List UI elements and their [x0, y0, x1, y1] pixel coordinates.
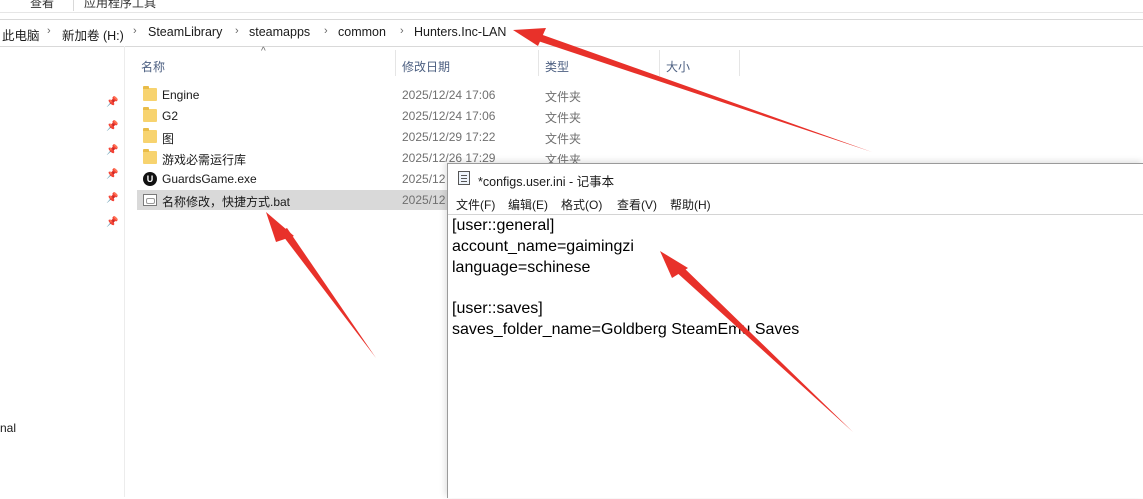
column-divider[interactable] — [659, 50, 660, 76]
file-type: 文件夹 — [545, 90, 582, 104]
ribbon: 查看 应用程序工具 — [0, 0, 1143, 13]
ribbon-tab-view[interactable]: 查看 — [30, 0, 54, 11]
nav-item-label[interactable]: nal — [0, 421, 16, 435]
chevron-right-icon[interactable]: › — [400, 25, 404, 37]
column-header-type[interactable]: 类型 — [545, 58, 569, 75]
column-header-date[interactable]: 修改日期 — [402, 58, 450, 75]
menu-edit[interactable]: 编辑(E) — [508, 196, 548, 213]
folder-icon — [143, 128, 157, 143]
file-name: 游戏必需运行库 — [162, 153, 247, 167]
notepad-window: *configs.user.ini - 记事本 文件(F) 编辑(E) 格式(O… — [447, 163, 1143, 498]
column-divider[interactable] — [739, 50, 740, 76]
chevron-right-icon[interactable]: › — [235, 25, 239, 37]
menu-format[interactable]: 格式(O) — [561, 196, 602, 213]
column-divider[interactable] — [538, 50, 539, 76]
file-name: GuardsGame.exe — [162, 172, 257, 186]
notepad-titlebar[interactable]: *configs.user.ini - 记事本 — [448, 164, 1143, 192]
breadcrumb: 此电脑 › 新加卷 (H:) › SteamLibrary › steamapp… — [0, 19, 1143, 47]
chevron-right-icon[interactable]: › — [47, 25, 51, 37]
pin-icon[interactable]: 📌 — [106, 169, 118, 181]
file-type: 文件夹 — [545, 111, 582, 125]
notepad-menubar: 文件(F) 编辑(E) 格式(O) 查看(V) 帮助(H) — [448, 193, 1143, 213]
batch-file-icon — [143, 194, 157, 206]
notepad-title: *configs.user.ini - 记事本 — [478, 175, 615, 189]
file-type: 文件夹 — [545, 132, 582, 146]
menu-file[interactable]: 文件(F) — [456, 196, 495, 213]
text-line: [user::general] — [452, 217, 555, 234]
pin-icon[interactable]: 📌 — [106, 121, 118, 133]
breadcrumb-common[interactable]: common — [338, 25, 386, 39]
column-divider[interactable] — [395, 50, 396, 76]
arrow-to-bat-file — [266, 212, 376, 358]
breadcrumb-drive-h[interactable]: 新加卷 (H:) — [62, 25, 124, 44]
text-line: account_name=gaimingzi — [452, 238, 634, 255]
folder-icon — [143, 107, 157, 122]
menu-help[interactable]: 帮助(H) — [670, 196, 711, 213]
navigation-pane: 📌 📌 📌 📌 📌 📌 nal — [0, 46, 125, 497]
file-date: 2025/12/24 17:06 — [402, 109, 496, 123]
notepad-text-area[interactable]: [user::general] account_name=gaimingzi l… — [448, 214, 1143, 499]
file-date: 2025/12 — [402, 193, 446, 207]
file-name: Engine — [162, 88, 200, 102]
breadcrumb-steamapps[interactable]: steamapps — [249, 25, 310, 39]
text-line: saves_folder_name=Goldberg SteamEmu Save… — [452, 321, 800, 338]
chevron-right-icon[interactable]: › — [324, 25, 328, 37]
file-name: 图 — [162, 132, 175, 146]
ribbon-divider — [73, 0, 74, 11]
pin-icon[interactable]: 📌 — [106, 193, 118, 205]
column-header-size[interactable]: 大小 — [666, 58, 690, 75]
text-line: language=schinese — [452, 259, 591, 276]
folder-icon — [143, 149, 157, 164]
chevron-right-icon[interactable]: › — [133, 25, 137, 37]
ribbon-tab-app-tools[interactable]: 应用程序工具 — [84, 0, 156, 11]
breadcrumb-this-pc[interactable]: 此电脑 — [2, 25, 40, 44]
breadcrumb-hunters-inc-lan[interactable]: Hunters.Inc-LAN — [414, 25, 506, 39]
menu-view[interactable]: 查看(V) — [617, 196, 657, 213]
file-date: 2025/12/29 17:22 — [402, 130, 496, 144]
file-date: 2025/12 — [402, 172, 446, 186]
file-date: 2025/12/24 17:06 — [402, 88, 496, 102]
column-header-name[interactable]: 名称 — [141, 58, 165, 75]
text-line: [user::saves] — [452, 300, 543, 317]
pin-icon[interactable]: 📌 — [106, 145, 118, 157]
pin-icon[interactable]: 📌 — [106, 97, 118, 109]
unreal-engine-icon: U — [143, 172, 157, 186]
breadcrumb-steamlibrary[interactable]: SteamLibrary — [148, 25, 222, 39]
pin-icon[interactable]: 📌 — [106, 217, 118, 229]
file-name: 名称修改，快捷方式.bat — [162, 195, 291, 209]
sort-ascending-icon: ^ — [261, 46, 266, 57]
folder-icon — [143, 86, 157, 101]
file-name: G2 — [162, 109, 179, 123]
notepad-icon — [458, 171, 470, 185]
